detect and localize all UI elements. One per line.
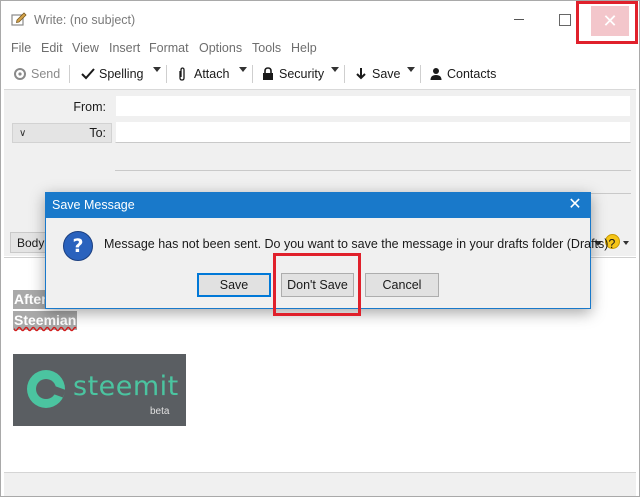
toolbar-separator (69, 65, 70, 83)
menu-view[interactable]: View (72, 41, 99, 55)
window-title: Write: (no subject) (34, 13, 136, 27)
compose-pencil-icon (11, 12, 27, 26)
body-text-line: After (13, 290, 48, 309)
spelling-label: Spelling (99, 67, 144, 81)
attach-label: Attach (194, 67, 230, 81)
dialog-title: Save Message (52, 198, 135, 212)
security-label: Security (279, 67, 325, 81)
question-icon: ? (63, 231, 93, 261)
toolbar-separator (166, 65, 167, 83)
toolbar-separator (252, 65, 253, 83)
dialog-close-button[interactable]: ✕ (562, 194, 588, 216)
steemit-logo-image: steemit beta (13, 354, 186, 426)
menu-file[interactable]: File (11, 41, 31, 55)
menu-insert[interactable]: Insert (109, 41, 140, 55)
maximize-button[interactable] (551, 7, 579, 31)
send-label: Send (31, 67, 61, 81)
paragraph-style-select[interactable]: Body (10, 232, 50, 253)
toolbar-separator (344, 65, 345, 83)
compose-toolbar: Send Spelling Attach Security Save Conta… (1, 59, 639, 89)
attach-dropdown-arrow-icon[interactable] (239, 67, 247, 72)
menu-options[interactable]: Options (199, 41, 242, 55)
menu-format[interactable]: Format (149, 41, 189, 55)
paperclip-icon (179, 67, 185, 81)
checkmark-icon (81, 68, 95, 80)
body-text-line: Steemian (13, 311, 78, 330)
toolbar-separator (420, 65, 421, 83)
send-button[interactable]: Send (13, 63, 60, 85)
minimize-button[interactable] (505, 7, 533, 31)
steemit-wordmark: steemit (73, 371, 179, 402)
send-icon (14, 68, 26, 80)
menu-tools[interactable]: Tools (252, 41, 281, 55)
save-button[interactable]: Save (197, 273, 271, 297)
person-icon (430, 68, 442, 80)
lock-icon (263, 67, 273, 80)
menu-help[interactable]: Help (291, 41, 317, 55)
chevron-down-icon: ∨ (19, 128, 27, 139)
to-field[interactable] (115, 121, 631, 143)
save-toolbar-button[interactable]: Save (354, 63, 401, 85)
steemit-logo-icon (27, 370, 65, 408)
save-toolbar-label: Save (372, 67, 401, 81)
to-label: To: (89, 126, 106, 140)
steemit-beta-tag: beta (150, 406, 170, 417)
contacts-button[interactable]: Contacts (429, 63, 496, 85)
dialog-message: Message has not been sent. Do you want t… (104, 237, 616, 251)
smiley-dropdown-arrow-icon[interactable] (623, 241, 629, 245)
from-field[interactable] (115, 95, 631, 117)
contacts-label: Contacts (447, 67, 497, 81)
from-label: From: (73, 100, 106, 114)
save-dropdown-arrow-icon[interactable] (407, 67, 415, 72)
security-button[interactable]: Security (261, 63, 324, 85)
status-bar (4, 472, 636, 496)
down-arrow-save-icon (356, 68, 366, 80)
recipient-row-divider (115, 170, 631, 171)
security-dropdown-arrow-icon[interactable] (331, 67, 339, 72)
spelling-dropdown-arrow-icon[interactable] (153, 67, 161, 72)
spelling-button[interactable]: Spelling (81, 63, 143, 85)
title-bar: Write: (no subject) ✕ (1, 1, 639, 37)
dont-save-highlight-box (273, 253, 361, 316)
attach-button[interactable]: Attach (176, 63, 229, 85)
menu-bar: File Edit View Insert Format Options Too… (1, 38, 639, 58)
dialog-title-bar: Save Message ✕ (46, 193, 590, 218)
menu-edit[interactable]: Edit (41, 41, 63, 55)
cancel-button[interactable]: Cancel (365, 273, 439, 297)
